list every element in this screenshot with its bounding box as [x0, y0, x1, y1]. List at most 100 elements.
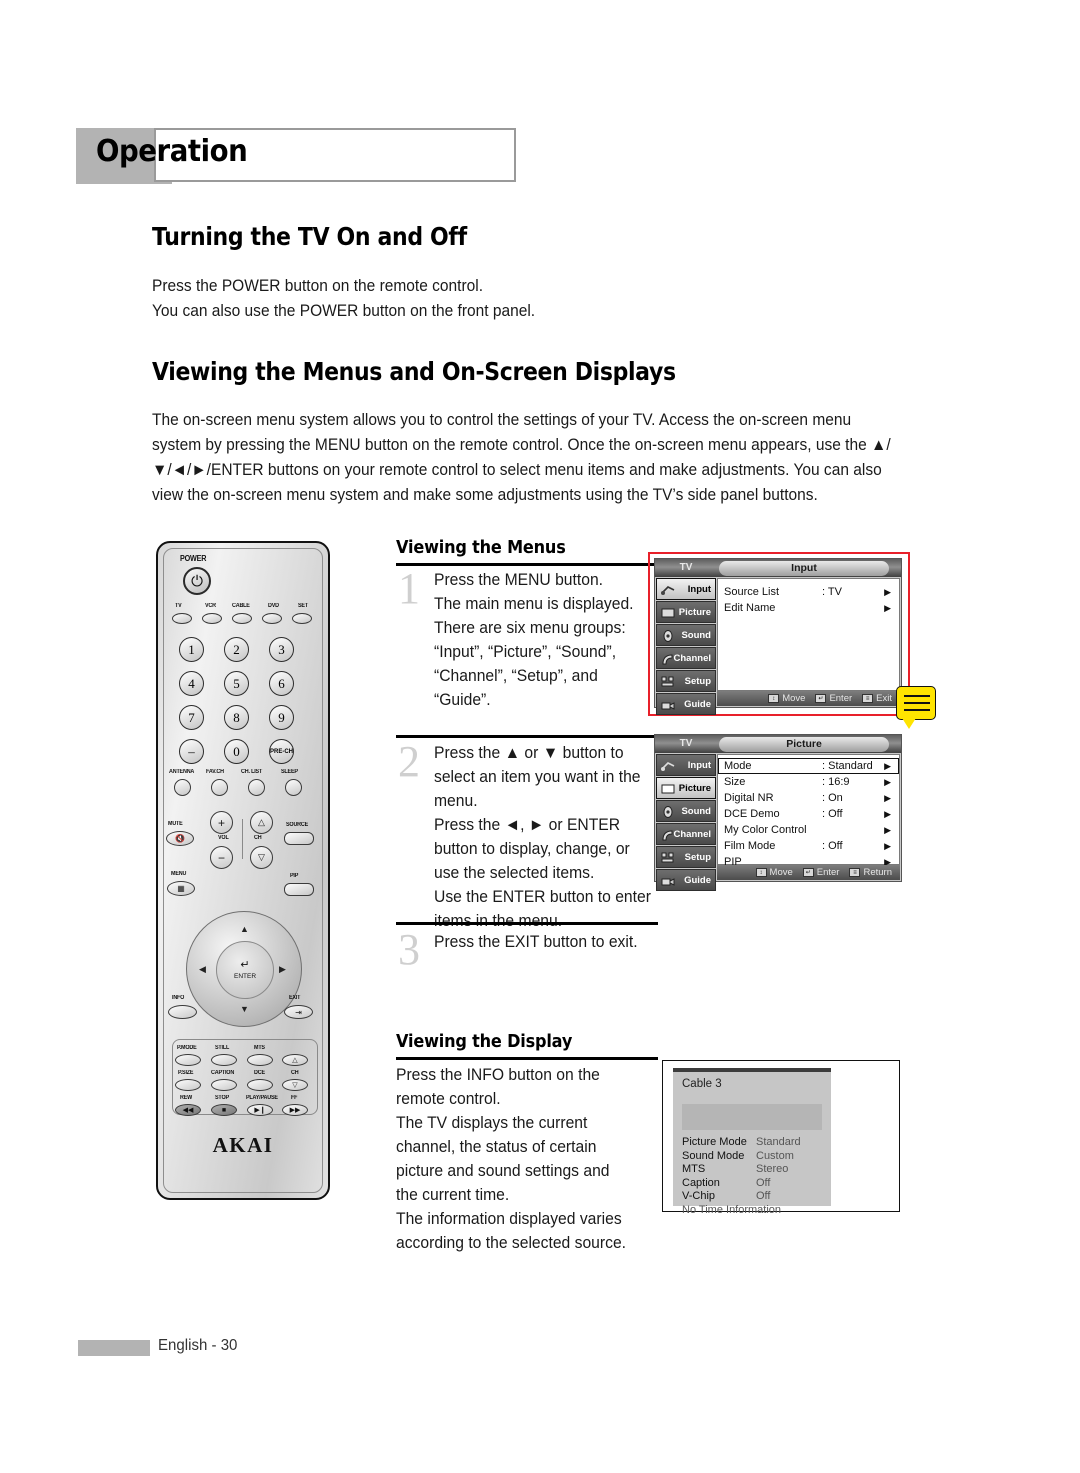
- remote-divider: [242, 819, 243, 859]
- remote-button-dash[interactable]: –: [179, 739, 204, 764]
- osd-picture-row-digital-nr[interactable]: Digital NR : On ▶: [718, 790, 899, 806]
- remote-button-1[interactable]: 1: [179, 637, 204, 662]
- osd-picture-sidebar-item-setup[interactable]: Setup: [656, 846, 716, 868]
- chevron-right-icon: ▶: [884, 602, 891, 613]
- remote-button-p-size[interactable]: [175, 1079, 201, 1091]
- paragraph-viewing-menus: The on-screen menu system allows you to …: [152, 411, 891, 504]
- remote-button-source[interactable]: [284, 832, 314, 845]
- osd-input-sidebar-item-channel[interactable]: Channel: [656, 647, 716, 669]
- osd-input-body: Source List : TV ▶ Edit Name ▶: [717, 578, 900, 691]
- osd-input-row-edit-name[interactable]: Edit Name ▶: [718, 600, 899, 616]
- chevron-right-icon: ▶: [884, 824, 891, 835]
- channel-icon: [660, 827, 676, 843]
- osd-picture-sidebar-item-input[interactable]: Input: [656, 754, 716, 776]
- osd-input-title: Input: [719, 560, 889, 576]
- remote-button-set[interactable]: [292, 613, 312, 624]
- remote-button-6[interactable]: 6: [269, 671, 294, 696]
- remote-button-pip[interactable]: [284, 883, 314, 896]
- dpad-left-icon[interactable]: ◀: [199, 964, 206, 975]
- remote-button-ff[interactable]: ▶▶: [282, 1104, 308, 1116]
- osd-picture-sidebar-item-sound[interactable]: Sound: [656, 800, 716, 822]
- remote-button-dce[interactable]: [247, 1079, 273, 1091]
- step-text-1: Press the MENU button. The main menu is …: [434, 571, 634, 709]
- remote-button-info[interactable]: [168, 1005, 197, 1019]
- info-value-mts: Stereo: [756, 1163, 789, 1175]
- remote-button-fav-ch[interactable]: [211, 779, 228, 796]
- osd-picture-row-film-mode[interactable]: Film Mode : Off ▶: [718, 838, 899, 854]
- remote-button-stop[interactable]: ■: [211, 1104, 237, 1116]
- remote-button-cable[interactable]: [232, 613, 252, 624]
- osd-picture-value-size: : 16:9: [822, 776, 850, 788]
- remote-button-mts[interactable]: [247, 1054, 273, 1066]
- osd-picture-sidebar-item-picture[interactable]: Picture: [656, 777, 716, 799]
- remote-button-still[interactable]: [211, 1054, 237, 1066]
- remote-control-illustration: POWER ⏻ TV VCR CABLE DVD SET 1 2 3 4 5 6…: [156, 541, 330, 1200]
- osd-picture-row-dce-demo[interactable]: DCE Demo : Off ▶: [718, 806, 899, 822]
- osd-input-footer-label-move: Move: [782, 693, 806, 704]
- osd-input-footer-move: ↕ Move: [768, 693, 805, 704]
- remote-button-4[interactable]: 4: [179, 671, 204, 696]
- info-display-frame: Cable 3 Picture Mode Standard Sound Mode…: [662, 1060, 900, 1216]
- remote-label-ch: CH: [254, 835, 262, 841]
- osd-picture-row-size[interactable]: Size : 16:9 ▶: [718, 774, 899, 790]
- remote-button-antenna[interactable]: [174, 779, 191, 796]
- remote-button-ch-list[interactable]: [248, 779, 265, 796]
- dpad-up-icon[interactable]: ▲: [240, 924, 249, 934]
- remote-button-sleep[interactable]: [285, 779, 302, 796]
- remote-label-antenna: ANTENNA: [169, 769, 195, 775]
- remote-button-2[interactable]: 2: [224, 637, 249, 662]
- osd-picture-row-my-color-control[interactable]: My Color Control ▶: [718, 822, 899, 838]
- remote-button-3[interactable]: 3: [269, 637, 294, 662]
- remote-power-button[interactable]: ⏻: [183, 567, 211, 595]
- remote-button-7[interactable]: 7: [179, 705, 204, 730]
- osd-input-sidebar-item-sound[interactable]: Sound: [656, 624, 716, 646]
- info-key-mts: MTS: [682, 1163, 706, 1175]
- osd-picture-label-dce-demo: DCE Demo: [724, 808, 780, 820]
- osd-picture-label-size: Size: [724, 776, 746, 788]
- info-display-topbar: [673, 1068, 831, 1072]
- remote-button-volume-up[interactable]: +: [210, 811, 233, 834]
- remote-label-vol: VOL: [218, 835, 229, 841]
- remote-button-play-pause[interactable]: ▶❙: [247, 1104, 273, 1116]
- remote-button-volume-down[interactable]: −: [210, 846, 233, 869]
- osd-picture-footer-enter: ↵ Enter: [802, 867, 839, 878]
- osd-picture-sidebar-item-channel[interactable]: Channel: [656, 823, 716, 845]
- remote-button-exit[interactable]: ⇥: [284, 1005, 313, 1019]
- remote-button-caption[interactable]: [211, 1079, 237, 1091]
- chevron-right-icon: ▶: [884, 760, 891, 771]
- osd-picture-row-mode[interactable]: Mode : Standard ▶: [718, 758, 899, 774]
- osd-picture-sidebar-item-guide[interactable]: Guide: [656, 869, 716, 891]
- remote-button-0[interactable]: 0: [224, 739, 249, 764]
- input-icon: [660, 758, 676, 774]
- remote-button-pre-ch[interactable]: PRE-CH: [269, 739, 294, 764]
- remote-button-channel-up[interactable]: △: [250, 811, 273, 834]
- dpad-right-icon[interactable]: ▶: [279, 964, 286, 975]
- osd-input-label-edit-name: Edit Name: [724, 602, 776, 614]
- osd-picture-sidebar-label-guide: Guide: [684, 874, 711, 886]
- osd-input-row-source-list[interactable]: Source List : TV ▶: [718, 584, 899, 600]
- osd-input-sidebar-label-guide: Guide: [684, 698, 711, 710]
- remote-button-tv[interactable]: [172, 613, 192, 624]
- remote-button-rew[interactable]: ◀◀: [175, 1104, 201, 1116]
- remote-button-enter[interactable]: ↵ ENTER: [216, 941, 274, 999]
- dpad-down-icon[interactable]: ▼: [240, 1004, 249, 1014]
- remote-button-8[interactable]: 8: [224, 705, 249, 730]
- remote-button-p-mode[interactable]: [175, 1054, 201, 1066]
- setup-icon: [660, 674, 676, 690]
- remote-button-vcr[interactable]: [202, 613, 222, 624]
- osd-input-sidebar-item-input[interactable]: Input: [656, 578, 716, 600]
- remote-button-channel-down[interactable]: ▽: [250, 846, 273, 869]
- osd-input-sidebar-item-setup[interactable]: Setup: [656, 670, 716, 692]
- remote-button-9[interactable]: 9: [269, 705, 294, 730]
- remote-button-channel-down-2[interactable]: ▽: [282, 1079, 308, 1091]
- remote-button-channel-up-2[interactable]: △: [282, 1054, 308, 1066]
- osd-input-sidebar-item-guide[interactable]: Guide: [656, 693, 716, 715]
- osd-picture-footer: ↕ Move ↵ Enter ≡ Return: [717, 865, 900, 880]
- remote-button-dvd[interactable]: [262, 613, 282, 624]
- remote-button-mute[interactable]: 🔇: [166, 831, 194, 846]
- remote-button-menu[interactable]: ▦: [167, 881, 195, 896]
- osd-input-sidebar-item-picture[interactable]: Picture: [656, 601, 716, 623]
- remote-label-ch-2: CH: [291, 1070, 299, 1076]
- info-row-mts: MTS Stereo: [682, 1163, 828, 1177]
- remote-button-5[interactable]: 5: [224, 671, 249, 696]
